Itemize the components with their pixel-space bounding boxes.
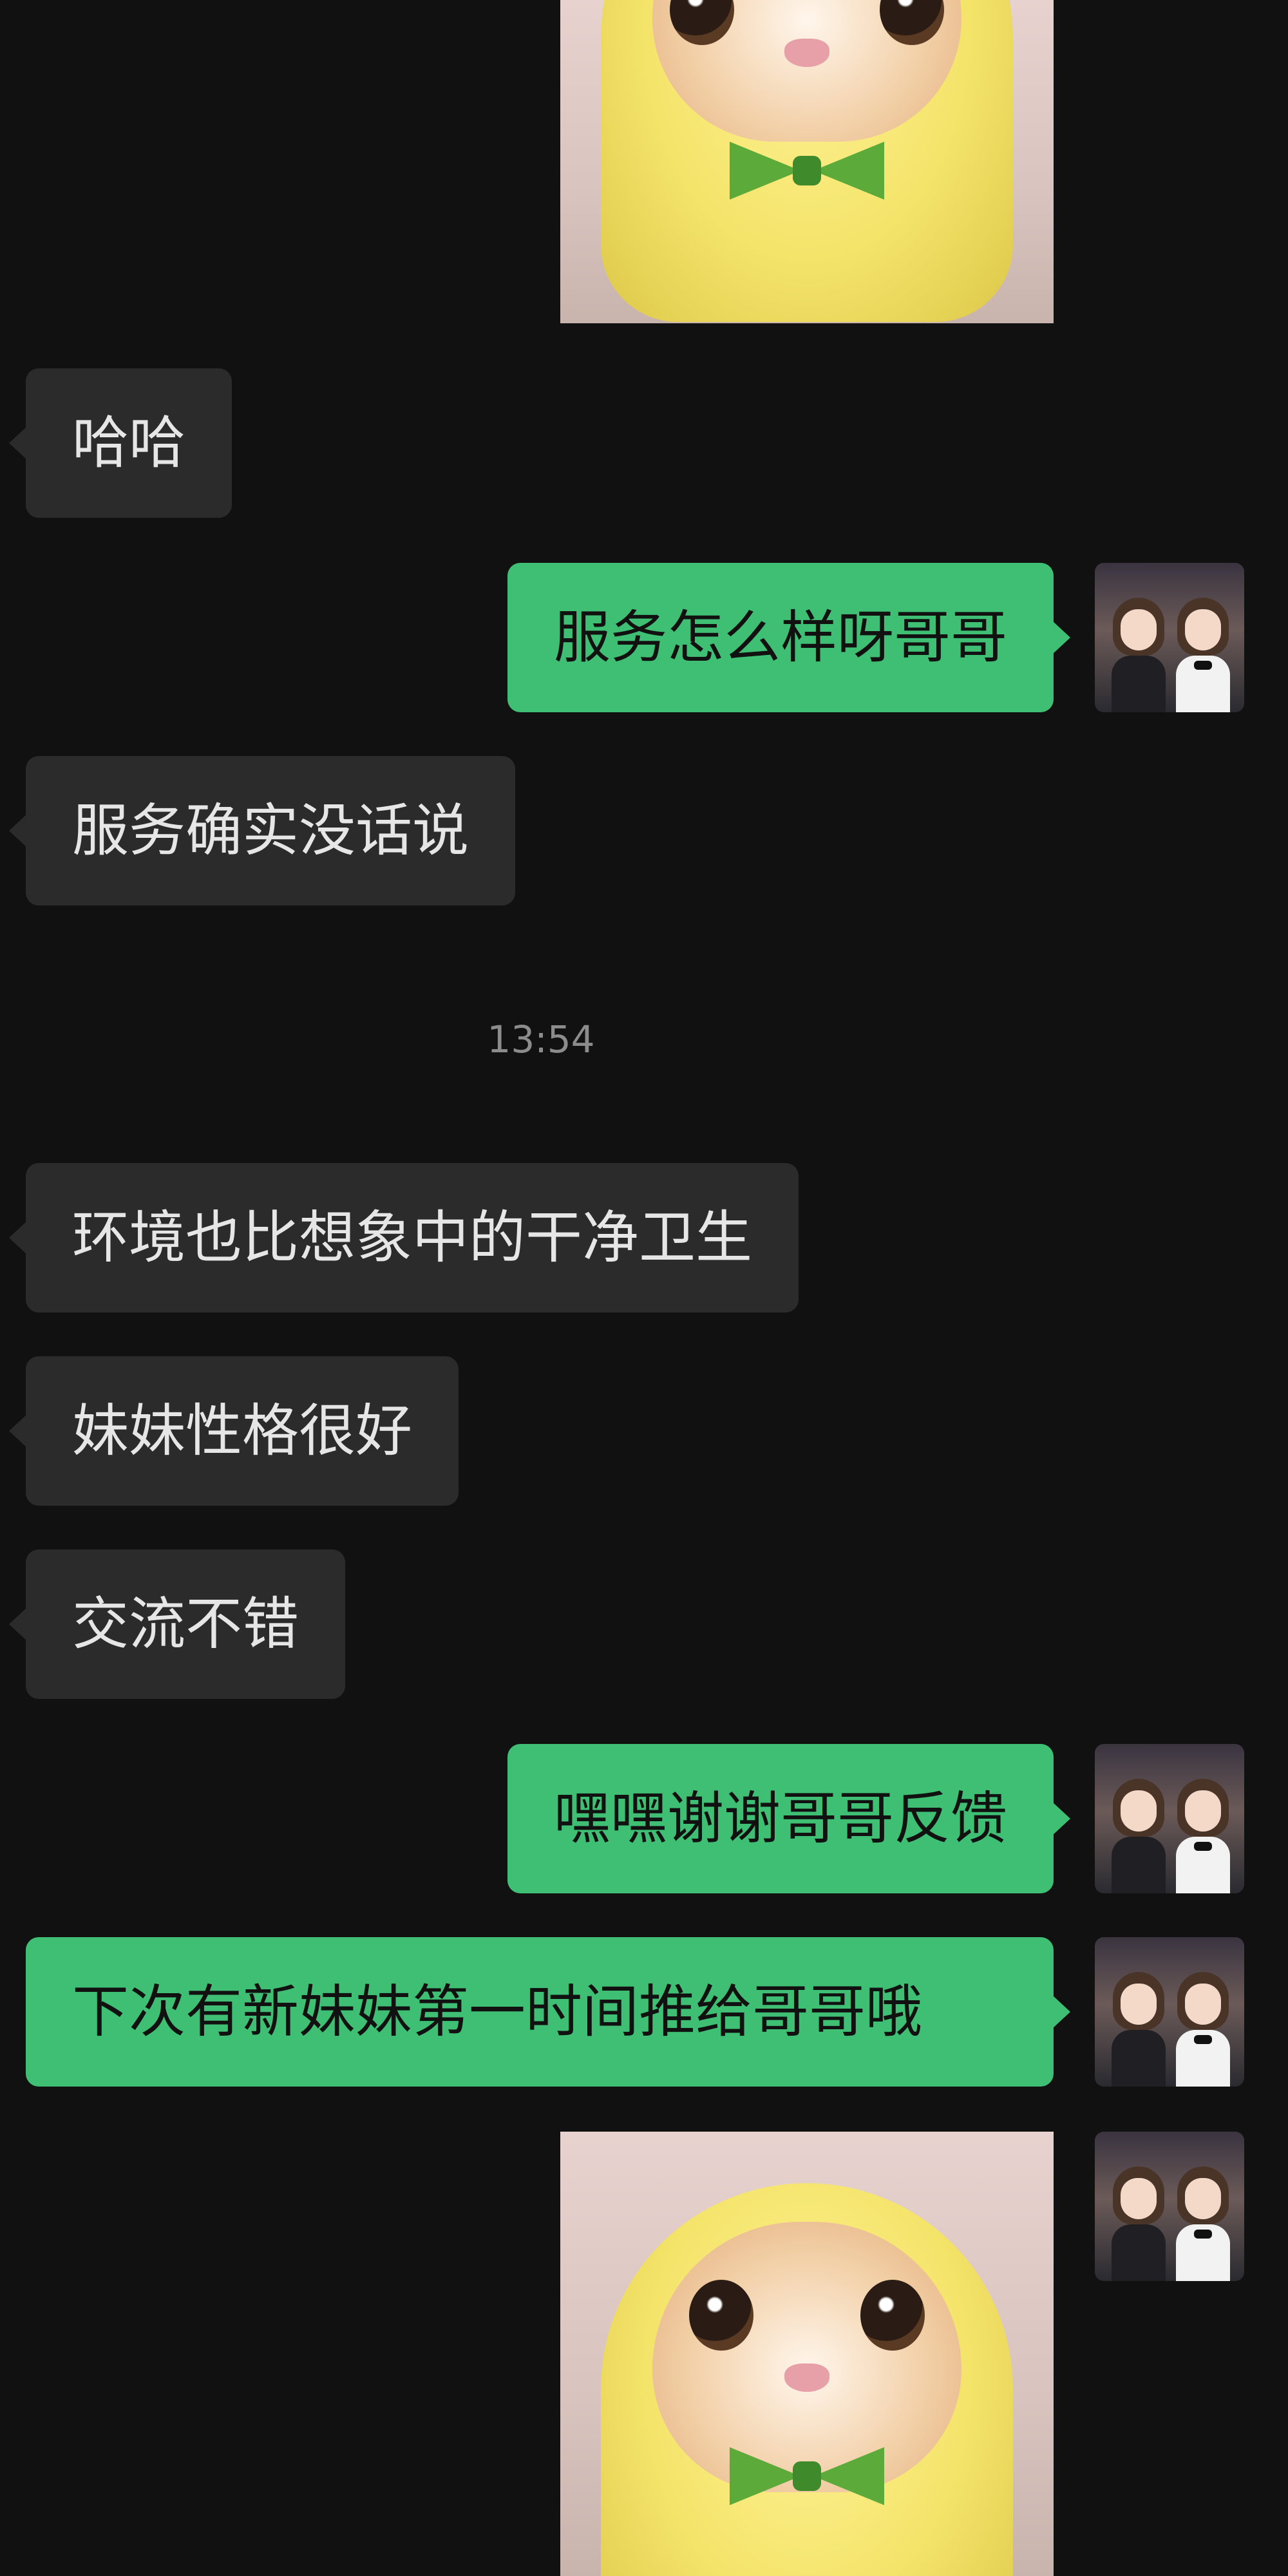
message-bubble-outgoing[interactable]: 服务怎么样呀哥哥 — [507, 563, 1071, 712]
contact-avatar[interactable] — [1095, 2132, 1244, 2281]
message-timestamp: 13:54 — [487, 1018, 595, 1061]
contact-avatar[interactable] — [1095, 1744, 1244, 1893]
message-bubble-incoming[interactable]: 服务确实没话说 — [8, 756, 516, 905]
message-bubble-incoming[interactable]: 哈哈 — [8, 368, 232, 518]
contact-avatar[interactable] — [1095, 1937, 1244, 2087]
chat-conversation: 哈哈 服务怎么样呀哥哥 服务确实没话说 13:54 环境也比想象中的干净卫生 妹… — [0, 0, 1288, 2576]
cat-sticker-image[interactable] — [560, 2132, 1054, 2576]
message-bubble-incoming[interactable]: 妹妹性格很好 — [8, 1356, 459, 1506]
contact-avatar[interactable] — [1095, 563, 1244, 712]
message-bubble-outgoing[interactable]: 下次有新妹妹第一时间推给哥哥哦 — [26, 1937, 1070, 2087]
message-bubble-incoming[interactable]: 环境也比想象中的干净卫生 — [8, 1163, 799, 1312]
cat-sticker-image[interactable] — [560, 0, 1054, 323]
message-bubble-outgoing[interactable]: 嘿嘿谢谢哥哥反馈 — [507, 1744, 1071, 1893]
message-bubble-incoming[interactable]: 交流不错 — [8, 1549, 346, 1699]
